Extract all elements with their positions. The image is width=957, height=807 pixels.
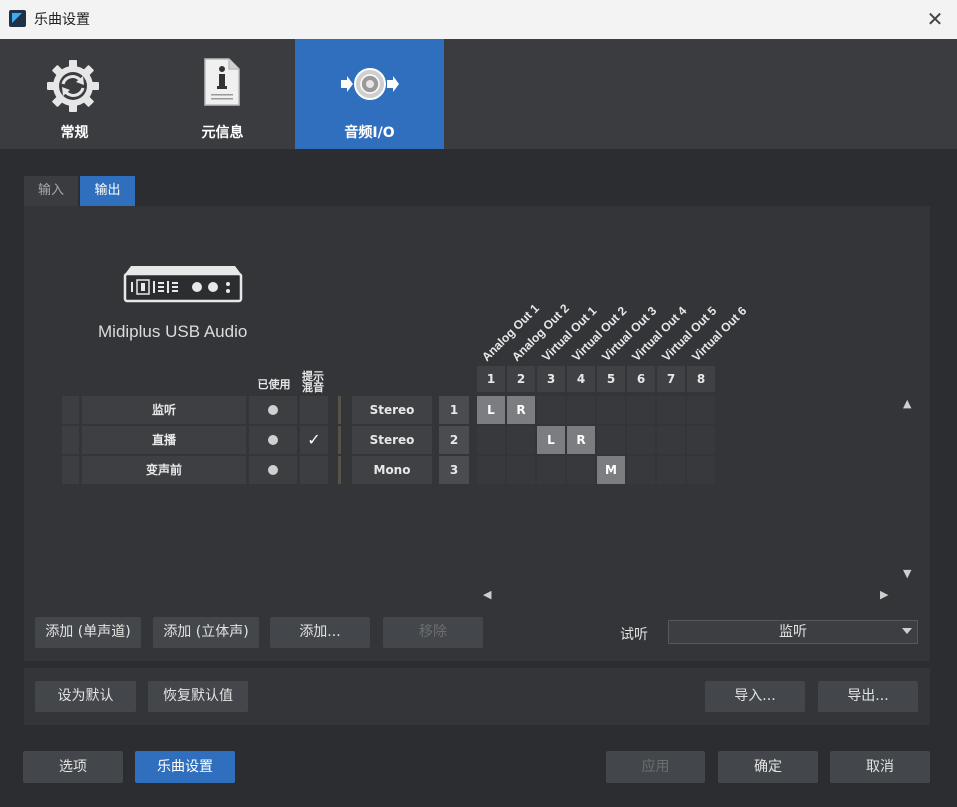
speaker-io-icon — [341, 68, 399, 100]
restore-default-button[interactable]: 恢复默认值 — [148, 681, 248, 712]
options-button[interactable]: 选项 — [23, 751, 123, 783]
chevron-down-icon — [902, 628, 912, 634]
output-number-header: 6 — [627, 366, 655, 392]
apply-button[interactable]: 应用 — [606, 751, 705, 783]
audio-interface-icon — [123, 266, 243, 303]
add-stereo-button[interactable]: 添加 (立体声) — [153, 617, 259, 648]
tab-general[interactable]: 常规 — [0, 39, 149, 149]
routing-cell[interactable] — [477, 456, 505, 484]
tab-general-label: 常规 — [60, 125, 89, 141]
routing-cell[interactable] — [597, 426, 625, 454]
channel-color-strip[interactable] — [62, 396, 79, 424]
routing-cell[interactable] — [567, 396, 595, 424]
routing-cell-active[interactable]: L — [477, 396, 505, 424]
scroll-down-arrow-icon[interactable]: ▼ — [903, 567, 911, 580]
scroll-left-arrow-icon[interactable]: ◀ — [483, 588, 491, 601]
routing-cell[interactable] — [687, 396, 715, 424]
routing-cell-active[interactable]: R — [507, 396, 535, 424]
add-button[interactable]: 添加... — [270, 617, 370, 648]
routing-cell[interactable] — [477, 426, 505, 454]
channel-type[interactable]: Stereo — [352, 426, 432, 454]
output-number-header: 3 — [537, 366, 565, 392]
used-toggle[interactable] — [249, 396, 297, 424]
routing-cell-active[interactable]: R — [567, 426, 595, 454]
channel-type[interactable]: Stereo — [352, 396, 432, 424]
channel-color-strip[interactable] — [62, 426, 79, 454]
scroll-up-arrow-icon[interactable]: ▲ — [903, 397, 911, 410]
output-number-header: 7 — [657, 366, 685, 392]
audition-select[interactable]: 监听 — [668, 620, 918, 644]
tab-meta-info[interactable]: 元信息 — [148, 39, 297, 149]
used-column-header: 已使用 — [257, 378, 291, 391]
routing-cell[interactable] — [627, 456, 655, 484]
routing-cell[interactable] — [597, 396, 625, 424]
routing-cell[interactable] — [687, 456, 715, 484]
routing-cell[interactable] — [627, 426, 655, 454]
tab-meta-info-label: 元信息 — [201, 125, 244, 141]
remove-button[interactable]: 移除 — [383, 617, 483, 648]
import-button[interactable]: 导入... — [705, 681, 805, 712]
routing-cell[interactable] — [507, 456, 535, 484]
add-mono-button[interactable]: 添加 (单声道) — [35, 617, 141, 648]
level-meter — [338, 426, 341, 454]
channel-number: 1 — [439, 396, 469, 424]
song-setup-button[interactable]: 乐曲设置 — [135, 751, 235, 783]
used-indicator-icon — [268, 465, 278, 475]
ok-button[interactable]: 确定 — [718, 751, 818, 783]
level-meter — [338, 396, 341, 424]
routing-cell[interactable] — [657, 396, 685, 424]
routing-cell[interactable] — [657, 426, 685, 454]
info-document-icon — [204, 58, 240, 106]
routing-cell-active[interactable]: L — [537, 426, 565, 454]
tab-audio-io[interactable]: 音频I/O — [295, 39, 444, 149]
close-icon[interactable]: ✕ — [922, 5, 948, 33]
tab-input[interactable]: 输入 — [24, 176, 78, 206]
output-number-header: 4 — [567, 366, 595, 392]
app-logo-icon — [9, 10, 26, 27]
channel-name[interactable]: 直播 — [82, 426, 246, 454]
window-title: 乐曲设置 — [34, 12, 90, 28]
output-number-header: 1 — [477, 366, 505, 392]
used-indicator-icon — [268, 435, 278, 445]
used-indicator-icon — [268, 405, 278, 415]
export-button[interactable]: 导出... — [818, 681, 918, 712]
channel-color-strip[interactable] — [62, 456, 79, 484]
cue-mix-checkbox[interactable] — [300, 396, 328, 424]
output-number-header: 8 — [687, 366, 715, 392]
channel-number: 2 — [439, 426, 469, 454]
device-name: Midiplus USB Audio — [98, 322, 248, 341]
routing-cell[interactable] — [537, 396, 565, 424]
used-toggle[interactable] — [249, 426, 297, 454]
tab-output[interactable]: 输出 — [80, 176, 135, 206]
channel-type[interactable]: Mono — [352, 456, 432, 484]
routing-cell[interactable] — [627, 396, 655, 424]
routing-cell[interactable] — [657, 456, 685, 484]
cancel-button[interactable]: 取消 — [830, 751, 930, 783]
level-meter — [338, 456, 341, 484]
gear-refresh-icon — [47, 60, 99, 112]
output-number-header: 2 — [507, 366, 535, 392]
channel-name[interactable]: 监听 — [82, 396, 246, 424]
title-bar — [0, 0, 957, 39]
set-default-button[interactable]: 设为默认 — [35, 681, 136, 712]
channel-number: 3 — [439, 456, 469, 484]
scroll-right-arrow-icon[interactable]: ▶ — [880, 588, 888, 601]
channel-name[interactable]: 变声前 — [82, 456, 246, 484]
used-toggle[interactable] — [249, 456, 297, 484]
routing-cell[interactable] — [687, 426, 715, 454]
routing-cell[interactable] — [507, 426, 535, 454]
routing-cell-active[interactable]: M — [597, 456, 625, 484]
audition-label: 试听 — [620, 627, 648, 643]
cue-mix-checkbox[interactable] — [300, 456, 328, 484]
routing-cell[interactable] — [567, 456, 595, 484]
routing-cell[interactable] — [537, 456, 565, 484]
cue-mix-column-header: 提示 混音 — [302, 370, 324, 394]
cue-mix-checkbox[interactable]: ✓ — [300, 426, 328, 454]
tab-audio-io-label: 音频I/O — [344, 125, 395, 141]
output-number-header: 5 — [597, 366, 625, 392]
